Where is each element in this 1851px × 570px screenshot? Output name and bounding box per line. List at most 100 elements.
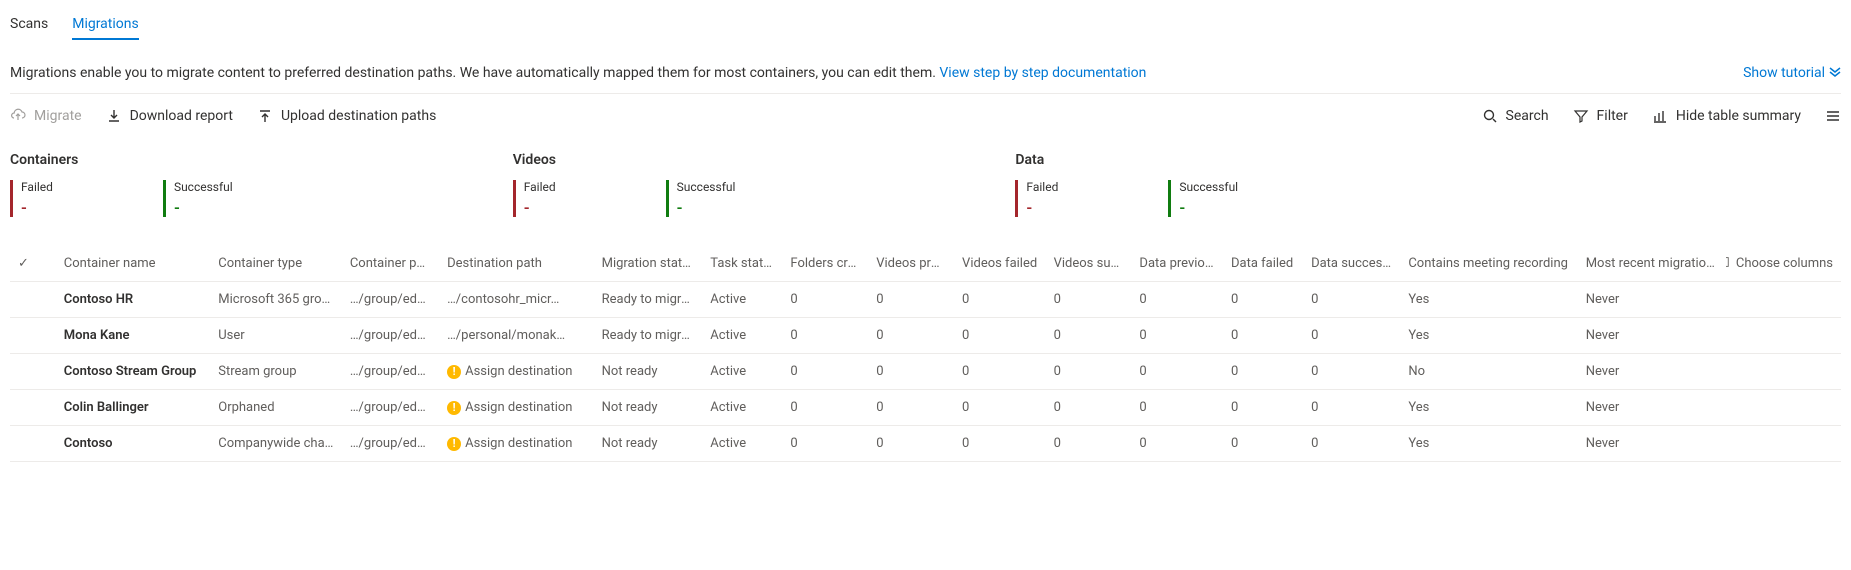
- col-most-recent[interactable]: Most recent migration ↓: [1578, 245, 1727, 282]
- col-folders-created[interactable]: Folders created: [782, 245, 868, 282]
- videos-successful-label: Successful: [677, 180, 736, 194]
- col-container-type[interactable]: Container type: [210, 245, 342, 282]
- cell-container-path: …/group/ed53…: [342, 426, 439, 462]
- show-tutorial-button[interactable]: Show tutorial: [1743, 65, 1841, 81]
- cell-task-status: Active: [702, 390, 782, 426]
- cell-videos-prev: 0: [868, 282, 954, 318]
- table-row[interactable]: Mona Kane User …/group/ed53… …/personal/…: [10, 318, 1841, 354]
- cell-videos-succ: 0: [1046, 282, 1132, 318]
- row-checkbox[interactable]: [10, 426, 56, 462]
- upload-paths-label: Upload destination paths: [281, 108, 436, 124]
- col-contains-meeting[interactable]: Contains meeting recording: [1400, 245, 1577, 282]
- cell-data-prev: 0: [1131, 426, 1223, 462]
- cell-task-status: Active: [702, 318, 782, 354]
- table-row[interactable]: Contoso Companywide channel …/group/ed53…: [10, 426, 1841, 462]
- assign-destination-link[interactable]: Assign destination: [465, 364, 572, 379]
- tab-migrations[interactable]: Migrations: [72, 10, 139, 40]
- table-row[interactable]: Colin Ballinger Orphaned …/group/ed53… !…: [10, 390, 1841, 426]
- data-failed-label: Failed: [1026, 180, 1058, 194]
- cell-data-successful: 0: [1303, 318, 1400, 354]
- filter-icon: [1573, 108, 1589, 124]
- cell-most-recent: Never: [1578, 390, 1727, 426]
- col-data-failed[interactable]: Data failed: [1223, 245, 1303, 282]
- cell-container-name: Colin Ballinger: [56, 390, 210, 426]
- cell-container-type: Microsoft 365 group: [210, 282, 342, 318]
- cell-container-type: Stream group: [210, 354, 342, 390]
- videos-failed-value: -: [524, 198, 556, 217]
- cell-container-type: Companywide channel: [210, 426, 342, 462]
- col-container-path[interactable]: Container path: [342, 245, 439, 282]
- cell-container-name: Contoso Stream Group: [56, 354, 210, 390]
- containers-failed-value: -: [21, 198, 53, 217]
- col-most-recent-label: Most recent migration: [1586, 256, 1715, 271]
- col-container-name[interactable]: Container name: [56, 245, 210, 282]
- row-checkbox[interactable]: [10, 282, 56, 318]
- col-data-successful[interactable]: Data successful: [1303, 245, 1400, 282]
- data-failed-card: Failed -: [1015, 180, 1058, 217]
- table-row[interactable]: Contoso HR Microsoft 365 group …/group/e…: [10, 282, 1841, 318]
- col-videos-prev[interactable]: Videos prev…: [868, 245, 954, 282]
- cell-contains-meeting: Yes: [1400, 390, 1577, 426]
- cell-task-status: Active: [702, 354, 782, 390]
- cell-videos-failed: 0: [954, 354, 1046, 390]
- download-report-button[interactable]: Download report: [106, 108, 233, 124]
- select-all-checkbox[interactable]: ✓: [10, 245, 56, 282]
- hide-summary-label: Hide table summary: [1676, 108, 1801, 124]
- hamburger-icon: [1825, 108, 1841, 124]
- cell-data-prev: 0: [1131, 354, 1223, 390]
- data-successful-value: -: [1179, 198, 1238, 217]
- cell-videos-succ: 0: [1046, 318, 1132, 354]
- upload-icon: [257, 108, 273, 124]
- col-task-status[interactable]: Task status: [702, 245, 782, 282]
- migrate-button: Migrate: [10, 108, 82, 124]
- row-checkbox[interactable]: [10, 390, 56, 426]
- containers-successful-value: -: [174, 198, 233, 217]
- col-migration-status[interactable]: Migration status: [594, 245, 703, 282]
- summary-title-videos: Videos: [513, 152, 736, 168]
- cell-spacer: [1726, 282, 1841, 318]
- cell-data-failed: 0: [1223, 390, 1303, 426]
- col-destination-path[interactable]: Destination path: [439, 245, 593, 282]
- col-videos-failed[interactable]: Videos failed: [954, 245, 1046, 282]
- cell-folders-created: 0: [782, 390, 868, 426]
- cell-data-successful: 0: [1303, 426, 1400, 462]
- cell-most-recent: Never: [1578, 282, 1727, 318]
- row-checkbox[interactable]: [10, 318, 56, 354]
- warning-icon: !: [447, 401, 461, 415]
- destination-path-value: …/contosohr_micr…: [447, 292, 559, 307]
- data-successful-card: Successful -: [1168, 180, 1238, 217]
- migrations-table: ✓ Container name Container type Containe…: [10, 245, 1841, 462]
- upload-paths-button[interactable]: Upload destination paths: [257, 108, 436, 124]
- row-checkbox[interactable]: [10, 354, 56, 390]
- containers-successful-label: Successful: [174, 180, 233, 194]
- chevron-double-down-icon: [1829, 66, 1841, 81]
- filter-label: Filter: [1597, 108, 1628, 124]
- cell-most-recent: Never: [1578, 318, 1727, 354]
- choose-columns-label: Choose columns: [1736, 256, 1833, 271]
- cell-videos-succ: 0: [1046, 426, 1132, 462]
- search-button[interactable]: Search: [1482, 108, 1549, 124]
- assign-destination-link[interactable]: Assign destination: [465, 400, 572, 415]
- videos-successful-card: Successful -: [666, 180, 736, 217]
- download-report-label: Download report: [130, 108, 233, 124]
- info-text: Migrations enable you to migrate content…: [10, 65, 1146, 81]
- tab-scans[interactable]: Scans: [10, 10, 48, 40]
- cell-task-status: Active: [702, 426, 782, 462]
- col-videos-succ[interactable]: Videos succ…: [1046, 245, 1132, 282]
- cell-contains-meeting: No: [1400, 354, 1577, 390]
- filter-button[interactable]: Filter: [1573, 108, 1628, 124]
- table-header-row: ✓ Container name Container type Containe…: [10, 245, 1841, 282]
- cell-migration-status: Not ready: [594, 426, 703, 462]
- col-data-prev[interactable]: Data previo…: [1131, 245, 1223, 282]
- hide-summary-button[interactable]: Hide table summary: [1652, 108, 1801, 124]
- cell-spacer: [1726, 354, 1841, 390]
- choose-columns-button[interactable]: Choose columns: [1726, 245, 1841, 282]
- cell-destination-path: ! Assign destination: [439, 390, 593, 426]
- documentation-link[interactable]: View step by step documentation: [939, 65, 1146, 81]
- summary-group-videos: Videos Failed - Successful -: [513, 152, 736, 217]
- toolbar: Migrate Download report Upload destinati…: [10, 94, 1841, 132]
- more-menu-button[interactable]: [1825, 108, 1841, 124]
- assign-destination-link[interactable]: Assign destination: [465, 436, 572, 451]
- cell-container-name: Mona Kane: [56, 318, 210, 354]
- table-row[interactable]: Contoso Stream Group Stream group …/grou…: [10, 354, 1841, 390]
